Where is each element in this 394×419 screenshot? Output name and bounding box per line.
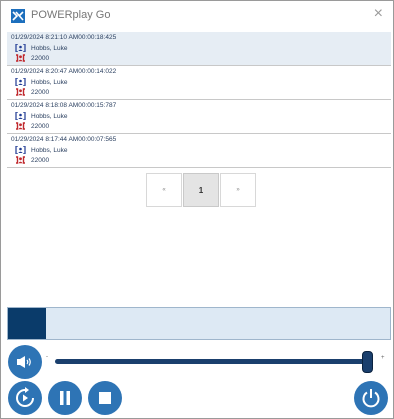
recording-datetime: 01/29/2024 8:18:08 AM	[11, 102, 79, 109]
stop-icon	[99, 392, 111, 404]
speaker-icon	[17, 356, 31, 368]
volume-button[interactable]	[8, 345, 42, 379]
recording-duration: 00:00:07:565	[78, 136, 117, 143]
power-button[interactable]	[354, 381, 388, 415]
playback-progress-bar[interactable]	[7, 307, 391, 340]
caller-icon	[15, 146, 26, 154]
next-page-button[interactable]: »	[220, 173, 256, 207]
recording-row[interactable]: 01/29/2024 8:17:44 AM00:00:07:565 Hobbs,…	[7, 134, 391, 168]
caller-icon	[15, 78, 26, 86]
recording-row[interactable]: 01/29/2024 8:18:08 AM00:00:15:787 Hobbs,…	[7, 100, 391, 134]
callee-icon	[16, 54, 25, 62]
volume-slider-thumb[interactable]	[362, 351, 373, 373]
volume-max-label: +	[381, 355, 385, 361]
callee-number: 22000	[31, 54, 50, 62]
close-icon[interactable]: ×	[374, 6, 383, 22]
recording-datetime: 01/29/2024 8:21:10 AM	[11, 34, 79, 41]
app-window: POWERplay Go × 01/29/2024 8:21:10 AM00:0…	[0, 0, 394, 419]
caller-icon	[15, 112, 26, 120]
app-logo-icon	[11, 9, 25, 23]
volume-min-label: -	[46, 354, 48, 360]
caller-name: Hobbs, Luke	[31, 44, 68, 52]
replay-button[interactable]	[8, 381, 42, 415]
power-icon	[362, 389, 380, 408]
recording-timestamp: 01/29/2024 8:18:08 AM00:00:15:787	[11, 102, 116, 109]
caller-icon	[15, 44, 26, 52]
callee-number: 22000	[31, 122, 50, 130]
playback-progress-fill	[8, 308, 46, 339]
recording-duration: 00:00:14:022	[78, 68, 117, 75]
volume-slider-track[interactable]	[55, 359, 373, 364]
recording-timestamp: 01/29/2024 8:20:47 AM00:00:14:022	[11, 68, 116, 75]
callee-icon	[16, 88, 25, 96]
caller-name: Hobbs, Luke	[31, 112, 68, 120]
callee-icon	[16, 122, 25, 130]
stop-button[interactable]	[88, 381, 122, 415]
recording-datetime: 01/29/2024 8:17:44 AM	[11, 136, 79, 143]
callee-number: 22000	[31, 88, 50, 96]
recording-duration: 00:00:15:787	[78, 102, 117, 109]
caller-name: Hobbs, Luke	[31, 78, 68, 86]
pause-icon	[60, 391, 70, 405]
caller-name: Hobbs, Luke	[31, 146, 68, 154]
prev-page-button[interactable]: «	[146, 173, 182, 207]
callee-icon	[16, 156, 25, 164]
window-title: POWERplay Go	[31, 9, 111, 21]
title-bar: POWERplay Go ×	[1, 1, 393, 32]
current-page-button[interactable]: 1	[183, 173, 219, 207]
recording-datetime: 01/29/2024 8:20:47 AM	[11, 68, 79, 75]
pagination: « 1 »	[146, 173, 256, 207]
pause-button[interactable]	[48, 381, 82, 415]
recording-timestamp: 01/29/2024 8:21:10 AM00:00:18:425	[11, 34, 116, 41]
recording-row[interactable]: 01/29/2024 8:21:10 AM00:00:18:425 Hobbs,…	[7, 32, 391, 66]
recording-row[interactable]: 01/29/2024 8:20:47 AM00:00:14:022 Hobbs,…	[7, 66, 391, 100]
recordings-list: 01/29/2024 8:21:10 AM00:00:18:425 Hobbs,…	[7, 32, 391, 168]
recording-timestamp: 01/29/2024 8:17:44 AM00:00:07:565	[11, 136, 116, 143]
replay-icon	[16, 387, 34, 407]
callee-number: 22000	[31, 156, 50, 164]
recording-duration: 00:00:18:425	[78, 34, 117, 41]
